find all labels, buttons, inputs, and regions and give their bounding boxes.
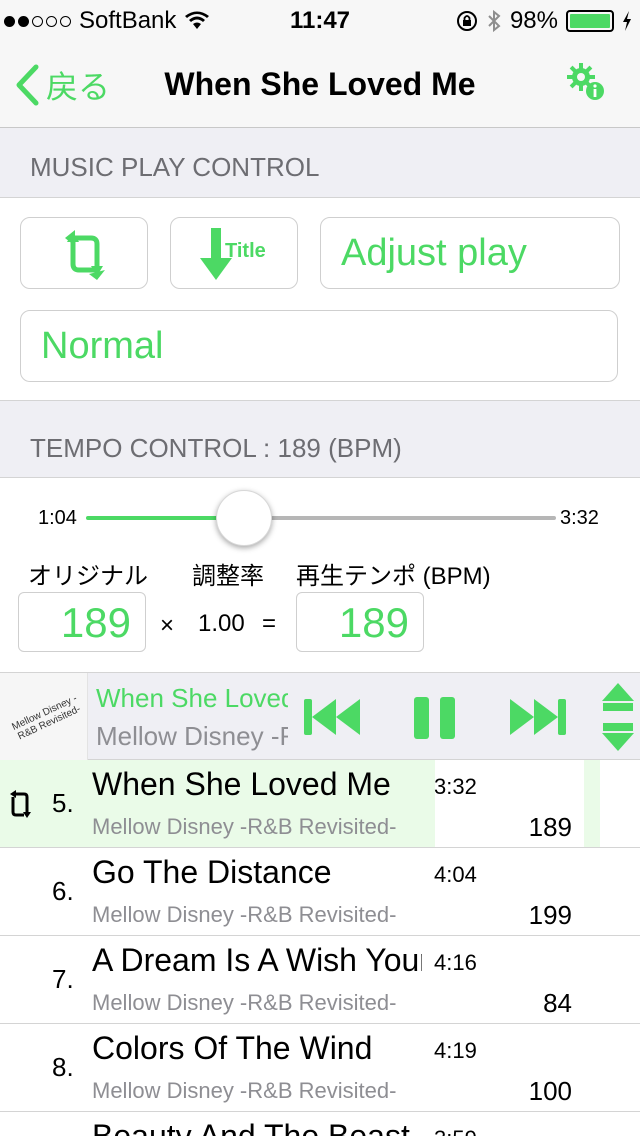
pause-button[interactable] <box>412 695 460 746</box>
play-mode-selector[interactable]: Normal <box>20 310 618 382</box>
track-number: 5. <box>52 788 74 818</box>
up-down-arrows-icon <box>602 683 634 751</box>
track-title: When She Loved Me <box>92 766 391 802</box>
title-button-label: Title <box>225 240 266 262</box>
adjust-play-label: Adjust play <box>341 232 527 274</box>
previous-button[interactable] <box>302 693 362 746</box>
now-playing-artist: Mellow Disney -R&B Revisited- <box>96 721 288 751</box>
skip-to-title-button[interactable]: Title <box>170 217 298 289</box>
track-row[interactable]: 7. A Dream Is A Wish Your Heart Makes Me… <box>0 936 640 1024</box>
row-highlight-edge <box>584 760 600 847</box>
tempo-control-header: TEMPO CONTROL : 189 (BPM) <box>0 400 640 478</box>
pause-icon <box>414 697 455 739</box>
track-number: 8. <box>52 1052 74 1082</box>
page-title: When She Loved Me <box>164 66 476 102</box>
gear-info-icon <box>567 63 604 100</box>
next-button[interactable] <box>508 693 568 746</box>
track-row[interactable]: 6. Go The Distance Mellow Disney -R&B Re… <box>0 848 640 936</box>
original-tempo-label: オリジナル <box>28 563 148 590</box>
track-number: 7. <box>52 964 74 994</box>
bluetooth-icon <box>488 9 501 33</box>
times-symbol: × <box>160 612 175 639</box>
track-duration: 4:19 <box>434 1038 477 1063</box>
track-bpm: 199 <box>528 900 572 930</box>
now-playing-title: When She Loved Me <box>96 683 288 713</box>
album-art: Mellow Disney -R&B Revisited- <box>0 673 88 761</box>
track-duration: 3:59 <box>434 1126 477 1136</box>
track-title: A Dream Is A Wish Your Heart Makes <box>92 942 422 978</box>
track-duration: 4:04 <box>434 862 477 887</box>
slider-end-time: 3:32 <box>560 507 599 529</box>
track-artist: Mellow Disney -R&B Revisited- <box>92 990 397 1015</box>
track-title: Colors Of The Wind <box>92 1030 373 1066</box>
rate-value[interactable]: 1.00 <box>198 610 245 638</box>
repeat-button[interactable] <box>20 217 148 289</box>
track-title: Go The Distance <box>92 854 332 890</box>
settings-button[interactable] <box>566 62 606 107</box>
track-bpm: 100 <box>528 1076 572 1106</box>
charging-icon <box>623 11 631 31</box>
album-art-text: Mellow Disney -R&B Revisited- <box>10 693 83 743</box>
playback-tempo-value: 189 <box>296 592 424 652</box>
expand-collapse-button[interactable] <box>600 681 636 758</box>
track-artist: Mellow Disney -R&B Revisited- <box>92 1078 397 1103</box>
battery-icon <box>566 10 614 32</box>
track-row[interactable]: 8. Colors Of The Wind Mellow Disney -R&B… <box>0 1024 640 1112</box>
previous-icon <box>304 699 360 735</box>
slider-track-remaining <box>244 516 556 520</box>
equals-symbol: = <box>262 610 277 637</box>
track-row[interactable]: Beauty And The Beast 3:59 <box>0 1112 640 1136</box>
playback-position-slider[interactable] <box>86 490 556 546</box>
navigation-bar: 戻る When She Loved Me <box>0 40 640 128</box>
playback-tempo-label: 再生テンポ (BPM) <box>296 563 491 590</box>
track-row-active[interactable]: 5. When She Loved Me Mellow Disney -R&B … <box>0 760 640 848</box>
orientation-lock-icon <box>456 11 477 31</box>
track-duration: 4:16 <box>434 950 477 975</box>
next-icon <box>510 699 566 735</box>
adjust-play-button[interactable]: Adjust play <box>320 217 620 289</box>
slider-thumb[interactable] <box>216 490 272 546</box>
slider-start-time: 1:04 <box>38 507 77 529</box>
status-right: 98% <box>456 7 632 35</box>
original-tempo-value: 189 <box>18 592 146 652</box>
status-bar: SoftBank 11:47 98% <box>0 0 640 40</box>
repeat-icon <box>65 230 105 280</box>
track-artist: Mellow Disney -R&B Revisited- <box>92 814 397 839</box>
track-artist: Mellow Disney -R&B Revisited- <box>92 902 397 927</box>
now-playing-bar: Mellow Disney -R&B Revisited- When She L… <box>0 672 640 761</box>
track-number: 6. <box>52 876 74 906</box>
track-bpm: 189 <box>528 812 572 842</box>
play-mode-label: Normal <box>41 325 164 367</box>
music-control-header: MUSIC PLAY CONTROL <box>0 128 640 198</box>
rate-label: 調整率 <box>192 563 264 590</box>
repeat-indicator-icon <box>10 790 31 818</box>
battery-percent: 98% <box>509 7 558 34</box>
track-duration: 3:32 <box>434 774 477 799</box>
track-bpm: 84 <box>543 988 572 1018</box>
track-title: Beauty And The Beast <box>92 1118 410 1136</box>
